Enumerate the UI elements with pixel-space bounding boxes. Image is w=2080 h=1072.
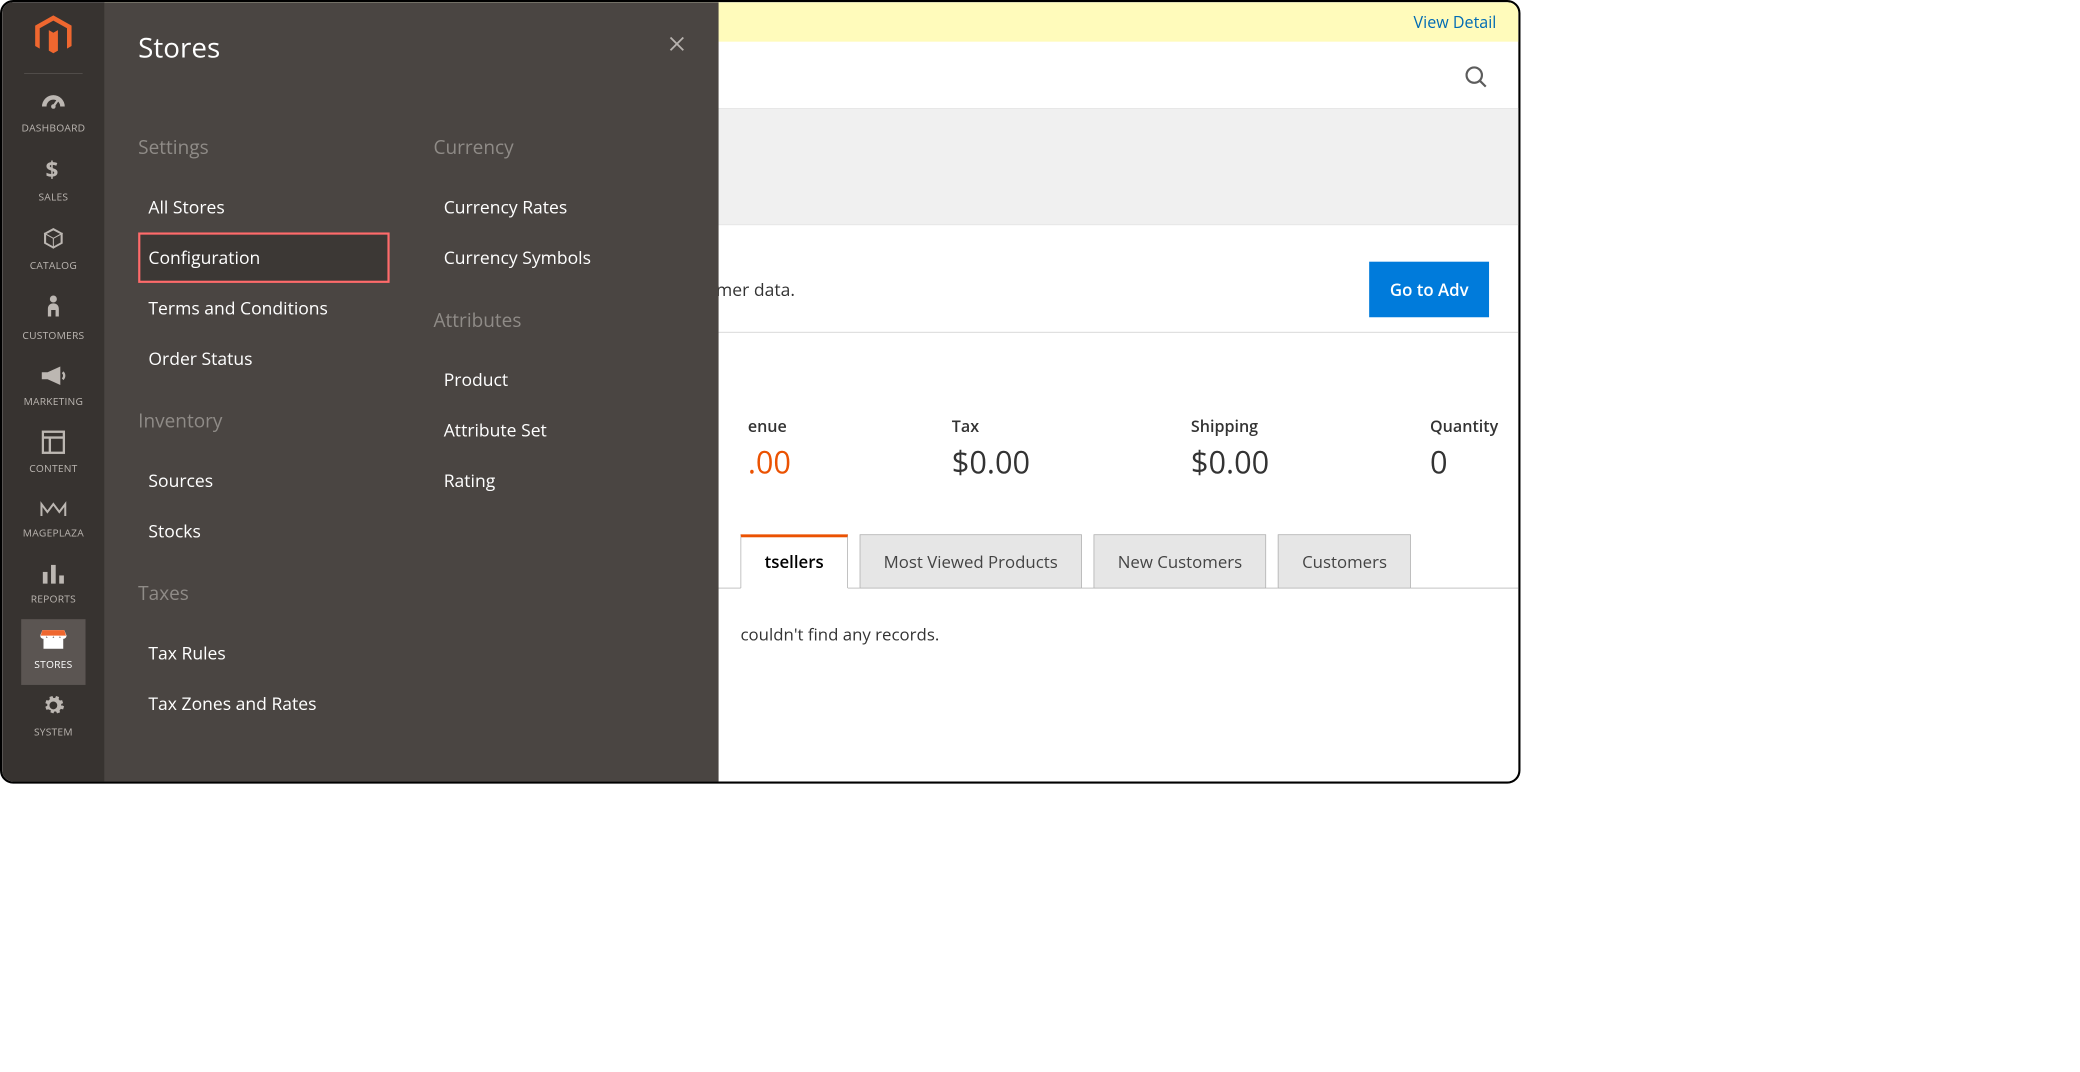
bars-icon <box>21 562 85 588</box>
kpi-value: 0 <box>1430 442 1498 484</box>
kpi-label: Shipping <box>1191 415 1269 437</box>
flyout-section-label: Currency <box>433 134 684 160</box>
nav-item-mageplaza[interactable]: MAGEPLAZA <box>21 489 85 553</box>
kpi-enue: enue .00 <box>748 415 791 483</box>
nav-item-marketing[interactable]: MARKETING <box>21 356 85 422</box>
nav-label: STORES <box>34 658 72 672</box>
nav-label: SALES <box>38 190 68 204</box>
tab-new-customers[interactable]: New Customers <box>1094 534 1267 588</box>
nav-item-stores[interactable]: STORES <box>21 619 85 685</box>
flyout-link-tax-zones-and-rates[interactable]: Tax Zones and Rates <box>138 678 389 728</box>
search-icon[interactable] <box>1463 64 1489 94</box>
close-icon[interactable] <box>666 33 688 59</box>
stores-flyout-panel: Stores Settings All StoresConfigurationTe… <box>105 2 719 781</box>
flyout-link-currency-symbols[interactable]: Currency Symbols <box>433 232 684 282</box>
flyout-title: Stores <box>138 29 685 67</box>
kpi-value: .00 <box>748 442 791 484</box>
storefront-icon <box>21 628 85 654</box>
flyout-link-terms-and-conditions[interactable]: Terms and Conditions <box>138 283 389 333</box>
kpi-shipping: Shipping $0.00 <box>1191 415 1269 483</box>
nav-item-customers[interactable]: CUSTOMERS <box>21 286 85 356</box>
gear-icon <box>21 694 85 721</box>
flyout-link-sources[interactable]: Sources <box>138 455 389 505</box>
nav-label: SYSTEM <box>34 725 73 739</box>
nav-label: MAGEPLAZA <box>23 526 84 540</box>
mplaza-icon <box>21 498 85 522</box>
flyout-section-label: Taxes <box>138 580 389 606</box>
tab-most-viewed-products[interactable]: Most Viewed Products <box>859 534 1081 588</box>
go-to-advanced-reporting-button[interactable]: Go to Adv <box>1369 262 1489 318</box>
layout-icon <box>21 431 85 458</box>
nav-label: CUSTOMERS <box>22 329 84 343</box>
nav-label: MARKETING <box>24 395 84 409</box>
nav-label: REPORTS <box>31 592 76 606</box>
nav-label: CONTENT <box>29 462 77 476</box>
kpi-label: Quantity <box>1430 415 1498 437</box>
flyout-link-tax-rules[interactable]: Tax Rules <box>138 628 389 678</box>
flyout-link-rating[interactable]: Rating <box>433 455 684 505</box>
flyout-section-label: Inventory <box>138 407 389 433</box>
flyout-link-all-stores[interactable]: All Stores <box>138 182 389 232</box>
nav-item-catalog[interactable]: CATALOG <box>21 217 85 286</box>
tab-tsellers[interactable]: tsellers <box>741 534 848 588</box>
megaphone-icon <box>21 365 85 391</box>
svg-text:$: $ <box>45 157 58 182</box>
dollar-icon: $ <box>21 157 85 186</box>
nav-label: CATALOG <box>30 259 77 273</box>
nav-item-content[interactable]: CONTENT <box>21 422 85 489</box>
kpi-label: Tax <box>952 415 1030 437</box>
cube-icon <box>21 226 85 255</box>
kpi-value: $0.00 <box>952 442 1030 484</box>
admin-sidebar: DASHBOARD $ SALES CATALOG CUSTOMERS MARKETING… <box>2 2 104 781</box>
magento-logo-icon[interactable] <box>33 15 74 60</box>
kpi-tax: Tax $0.00 <box>952 415 1030 483</box>
gauge-icon <box>21 93 85 117</box>
flyout-link-product[interactable]: Product <box>433 355 684 405</box>
nav-item-reports[interactable]: REPORTS <box>21 553 85 619</box>
flyout-link-stocks[interactable]: Stocks <box>138 506 389 556</box>
nav-item-sales[interactable]: $ SALES <box>21 148 85 217</box>
nav-item-dashboard[interactable]: DASHBOARD <box>21 84 85 148</box>
notice-detail-link[interactable]: View Detail <box>1414 11 1497 33</box>
kpi-value: $0.00 <box>1191 442 1269 484</box>
nav-label: DASHBOARD <box>21 121 85 135</box>
flyout-link-attribute-set[interactable]: Attribute Set <box>433 405 684 455</box>
kpi-label: enue <box>748 415 791 437</box>
flyout-section-label: Attributes <box>433 306 684 332</box>
flyout-section-label: Settings <box>138 134 389 160</box>
tab-customers[interactable]: Customers <box>1278 534 1411 588</box>
flyout-link-currency-rates[interactable]: Currency Rates <box>433 182 684 232</box>
kpi-quantity: Quantity 0 <box>1430 415 1498 483</box>
nav-item-system[interactable]: SYSTEM <box>21 685 85 752</box>
flyout-link-configuration[interactable]: Configuration <box>138 232 389 282</box>
flyout-link-order-status[interactable]: Order Status <box>138 333 389 383</box>
person-icon <box>21 295 85 325</box>
